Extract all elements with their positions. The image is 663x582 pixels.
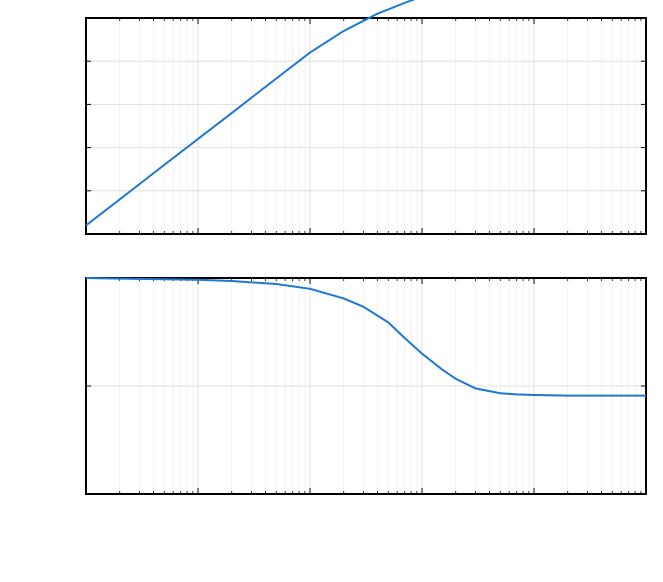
magnitude-grid <box>86 18 646 234</box>
phase-curve <box>86 278 646 396</box>
magnitude-curve <box>86 0 646 225</box>
bode-figure <box>0 0 663 582</box>
magnitude-ticks <box>86 18 646 234</box>
phase-grid <box>86 278 646 494</box>
magnitude-axes <box>86 18 646 234</box>
